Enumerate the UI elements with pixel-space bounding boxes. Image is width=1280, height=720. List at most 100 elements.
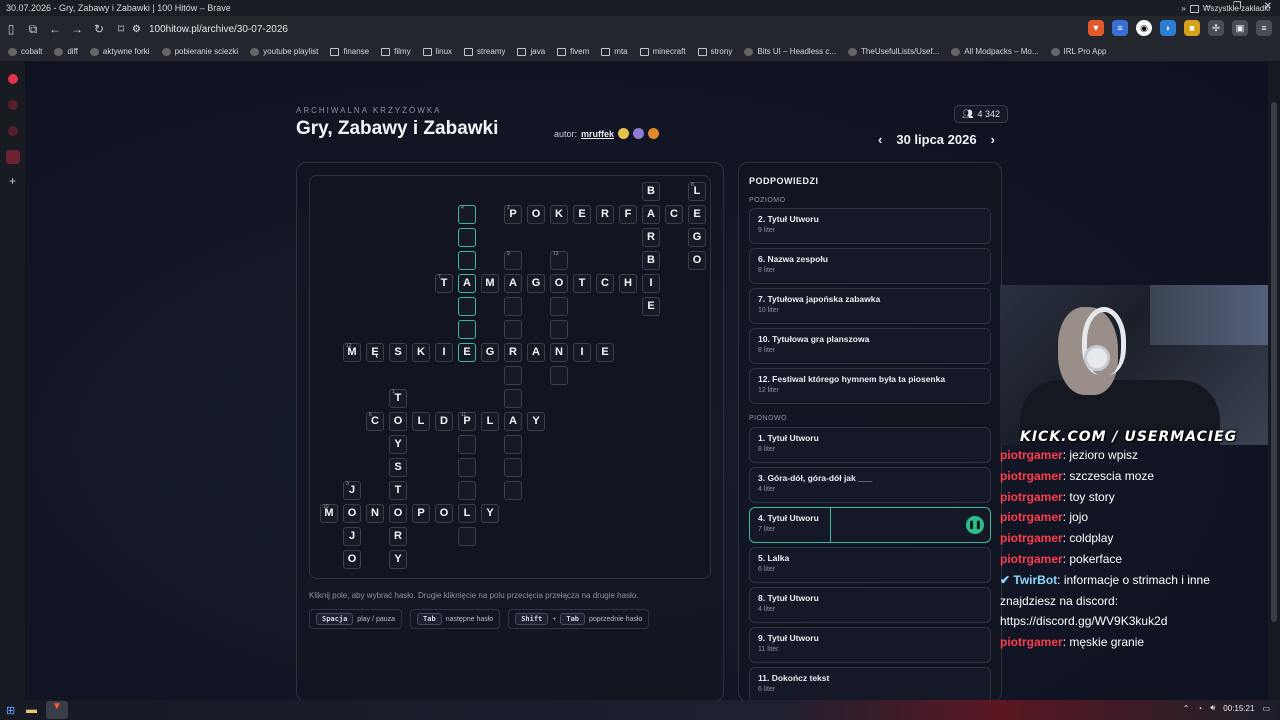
crossword-cell[interactable]: O — [688, 251, 706, 270]
bookmark-item[interactable]: finanse — [330, 47, 369, 56]
clue-item[interactable]: 3. Góra-dół, góra-dół jak ___ 4 liter — [749, 467, 991, 503]
crossword-cell[interactable]: 1T — [389, 389, 407, 408]
sidebar-app-icon[interactable] — [8, 126, 18, 136]
crossword-cell[interactable] — [504, 320, 522, 339]
sidebar-app-icon[interactable] — [8, 74, 18, 84]
clue-item[interactable]: 6. Nazwa zespołu 8 liter — [749, 248, 991, 284]
crossword-cell[interactable] — [504, 297, 522, 316]
crossword-cell[interactable]: 3J — [343, 481, 361, 500]
scrollbar-thumb[interactable] — [1271, 102, 1277, 622]
bookmarks-more-icon[interactable]: » — [1181, 4, 1185, 13]
crossword-cell[interactable] — [458, 251, 476, 270]
back-icon[interactable]: ← — [44, 22, 66, 36]
clue-item[interactable]: 4. Tytuł Utworu 7 liter ❚❚ — [749, 507, 991, 543]
forward-icon[interactable]: → — [66, 22, 88, 36]
clue-item[interactable]: 11. Dokończ tekst 6 liter — [749, 667, 991, 700]
crossword-cell[interactable] — [550, 366, 568, 385]
crossword-cell[interactable]: T — [573, 274, 591, 293]
crossword-cell[interactable]: A — [504, 412, 522, 431]
extension-icon[interactable]: ≡ — [1112, 20, 1128, 36]
crossword-cell[interactable]: Y — [481, 504, 499, 523]
crossword-cell[interactable]: Ę — [366, 343, 384, 362]
crossword-cell[interactable]: E — [458, 343, 476, 362]
extension-icon[interactable]: ■ — [1184, 20, 1200, 36]
crossword-cell[interactable]: M — [481, 274, 499, 293]
crossword-cell[interactable]: R — [504, 343, 522, 362]
clue-item[interactable]: 7. Tytułowa japońska zabawka 10 liter — [749, 288, 991, 324]
bookmark-item[interactable]: All Modpacks – Mo... — [951, 47, 1039, 56]
crossword-cell[interactable] — [458, 435, 476, 454]
add-icon[interactable]: + — [9, 174, 16, 188]
crossword-cell[interactable]: R — [596, 205, 614, 224]
sidebar-toggle-icon[interactable]: ▯ — [0, 22, 22, 36]
crossword-cell[interactable]: N — [550, 343, 568, 362]
crossword-cell[interactable]: C — [596, 274, 614, 293]
clue-item[interactable]: 10. Tytułowa gra planszowa 8 liter — [749, 328, 991, 364]
crossword-cell[interactable]: 6C — [366, 412, 384, 431]
url-text[interactable]: 100hitow.pl/archive/30-07-2026 — [149, 24, 288, 35]
author-link[interactable]: mruffek — [581, 129, 614, 139]
crossword-cell[interactable] — [504, 435, 522, 454]
crossword-cell[interactable]: I — [573, 343, 591, 362]
clue-item[interactable]: 8. Tytuł Utworu 4 liter — [749, 587, 991, 623]
clue-item[interactable]: 2. Tytuł Utworu 9 liter — [749, 208, 991, 244]
prev-date-icon[interactable]: ‹ — [878, 132, 882, 147]
crossword-cell[interactable]: I — [642, 274, 660, 293]
all-bookmarks[interactable]: Wszystkie zakładki — [1203, 4, 1270, 13]
bookmark-item[interactable]: TheUsefulLists/Usef... — [848, 47, 939, 56]
crossword-cell[interactable]: 2P — [504, 205, 522, 224]
crossword-cell[interactable]: E — [596, 343, 614, 362]
bookmark-item[interactable]: pobieranie sciezki — [161, 47, 238, 56]
crossword-cell[interactable]: E — [688, 205, 706, 224]
bookmark-item[interactable]: strony — [697, 47, 732, 56]
crossword-cell[interactable]: L — [458, 504, 476, 523]
bookmark-item[interactable]: mta — [601, 47, 628, 56]
explorer-icon[interactable]: ▬ — [26, 704, 46, 716]
crossword-cell[interactable] — [458, 228, 476, 247]
crossword-cell[interactable]: K — [550, 205, 568, 224]
crossword-cell[interactable]: R — [642, 228, 660, 247]
crossword-cell[interactable]: P — [412, 504, 430, 523]
bookmark-item[interactable]: minecraft — [639, 47, 686, 56]
crossword-cell[interactable]: E — [573, 205, 591, 224]
crossword-cell[interactable]: N — [366, 504, 384, 523]
crossword-cell[interactable]: 13 — [550, 251, 568, 270]
crossword-cell[interactable]: S — [389, 458, 407, 477]
crossword-cell[interactable]: T — [389, 481, 407, 500]
crossword-cell[interactable] — [550, 320, 568, 339]
crossword-cell[interactable]: L — [412, 412, 430, 431]
crossword-cell[interactable]: 7T — [435, 274, 453, 293]
clue-item[interactable]: 12. Festiwal którego hymnem była ta pios… — [749, 368, 991, 404]
crossword-cell[interactable]: 12 M — [343, 343, 361, 362]
wallet-icon[interactable]: ▣ — [1232, 20, 1248, 36]
crossword-cell[interactable] — [504, 481, 522, 500]
crossword-cell[interactable]: E — [642, 297, 660, 316]
crossword-cell[interactable]: J — [343, 527, 361, 546]
bookmark-item[interactable]: fivem — [557, 47, 589, 56]
crossword-cell[interactable] — [458, 481, 476, 500]
crossword-cell[interactable]: L — [481, 412, 499, 431]
tray-chevron-icon[interactable]: ⌃ — [1183, 704, 1190, 713]
crossword-cell[interactable]: O — [389, 504, 407, 523]
crossword-cell[interactable] — [458, 527, 476, 546]
crossword-cell[interactable]: A — [504, 274, 522, 293]
bookmark-item[interactable]: diff — [54, 47, 78, 56]
pause-icon[interactable]: ❚❚ — [966, 516, 984, 534]
crossword-cell[interactable]: O — [343, 550, 361, 569]
crossword-cell[interactable]: 4 — [458, 205, 476, 224]
bookmark-item[interactable]: streamy — [464, 47, 505, 56]
sidebar-app-icon[interactable] — [8, 100, 18, 110]
crossword-cell[interactable]: C — [665, 205, 683, 224]
crossword-cell[interactable]: 8L — [688, 182, 706, 201]
crossword-cell[interactable]: Y — [389, 435, 407, 454]
crossword-cell[interactable]: 9 — [504, 251, 522, 270]
tabs-icon[interactable]: ⧉ — [22, 22, 44, 37]
crossword-cell[interactable]: A — [527, 343, 545, 362]
crossword-cell[interactable] — [504, 458, 522, 477]
bookmark-item[interactable]: filmy — [381, 47, 411, 56]
crossword-cell[interactable]: O — [435, 504, 453, 523]
menu-icon[interactable]: ≡ — [1256, 20, 1272, 36]
crossword-cell[interactable] — [504, 389, 522, 408]
crossword-cell[interactable]: R — [389, 527, 407, 546]
bookmark-item[interactable]: IRL Pro App — [1050, 47, 1106, 56]
